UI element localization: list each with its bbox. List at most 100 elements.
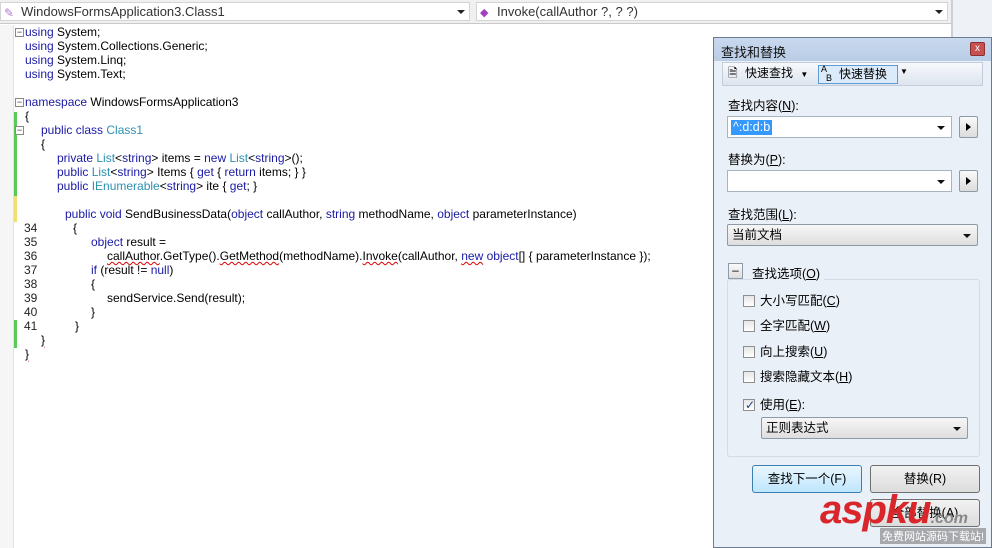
replace-builder-button[interactable] (959, 170, 978, 192)
code-token: new (204, 151, 230, 165)
chevron-down-icon[interactable] (937, 180, 945, 184)
chevron-down-icon[interactable]: ▼ (900, 67, 908, 76)
code-line[interactable]: private List<string> items = new List<st… (57, 151, 303, 165)
code-line[interactable]: } (75, 319, 79, 333)
code-line[interactable]: { (25, 109, 29, 123)
code-token: ) (169, 263, 174, 277)
code-token: ; } (246, 179, 258, 193)
option-checkbox[interactable]: 大小写匹配(C) (743, 293, 840, 309)
collapse-region-icon[interactable]: − (15, 98, 24, 107)
code-line[interactable]: if (result != null) (91, 263, 173, 277)
code-line[interactable]: using System.Linq; (25, 53, 126, 67)
code-token: [] { parameterInstance }); (518, 249, 651, 263)
find-what-input[interactable]: ^:d:d:b (727, 116, 952, 138)
code-token: get (197, 165, 214, 179)
code-line[interactable]: public class Class1 (41, 123, 143, 137)
checkbox-icon[interactable] (743, 346, 755, 358)
use-value: 正则表达式 (766, 421, 829, 435)
option-label: 搜索隐藏文本( (760, 370, 840, 384)
option-label: 大小写匹配( (760, 294, 827, 308)
code-token: object (483, 249, 519, 263)
code-token: { (91, 277, 96, 291)
option-checkbox[interactable]: 向上搜索(U) (743, 344, 827, 360)
member-combo[interactable]: ◆ Invoke(callAuthor ?, ? ?) (476, 2, 948, 21)
find-what-label: 查找内容(N): (728, 99, 799, 113)
checkbox-icon[interactable] (743, 320, 755, 332)
option-paren: ) (825, 319, 831, 333)
code-token: sendService.Send(result); (107, 291, 246, 305)
code-line[interactable]: object result = (91, 235, 166, 249)
quick-replace-button[interactable]: A B 快速替换 (818, 65, 898, 84)
code-line[interactable]: { (41, 137, 45, 151)
look-in-label: 查找范围(L): (728, 208, 797, 222)
code-line[interactable]: public List<string> Items { get { return… (57, 165, 306, 179)
code-line[interactable]: sendService.Send(result); (107, 291, 245, 305)
code-line[interactable]: } (41, 333, 45, 347)
chevron-down-icon (935, 10, 943, 14)
code-token: using (25, 53, 54, 67)
find-options-label: 查找选项(O) (752, 263, 825, 282)
line-number: 38 (24, 277, 38, 291)
chevron-down-icon[interactable] (937, 126, 945, 130)
editor-gutter (0, 25, 14, 548)
code-token: object (231, 207, 264, 221)
checkbox-icon[interactable] (743, 295, 755, 307)
code-line[interactable]: } (91, 305, 95, 319)
close-icon[interactable]: x (970, 42, 985, 56)
collapse-region-icon[interactable]: − (15, 28, 24, 37)
replace-icon: A B (821, 64, 833, 83)
class-icon: ✎ (4, 6, 15, 20)
line-number: 37 (24, 263, 38, 277)
code-line[interactable]: namespace WindowsFormsApplication3 (25, 95, 238, 109)
code-token: .GetType(). (159, 249, 220, 263)
code-token: IEnumerable (91, 179, 160, 193)
option-key: U (814, 345, 824, 359)
code-token: return (224, 165, 256, 179)
code-token: (callAuthor, (397, 249, 462, 263)
expression-builder-button[interactable] (959, 116, 978, 138)
code-line[interactable]: using System; (25, 25, 100, 39)
code-token: SendBusinessData( (121, 207, 232, 221)
option-paren: ) (835, 294, 840, 308)
code-token: public (57, 165, 92, 179)
find-what-value: ^:d:d:b (731, 120, 773, 135)
code-token: public void (65, 207, 122, 221)
quick-find-button[interactable]: 🗎 快速查找 ▼ (725, 65, 813, 84)
code-token: methodName, (355, 207, 438, 221)
code-token: > ite { (196, 179, 230, 193)
code-token: public (57, 179, 92, 193)
code-token: (methodName). (279, 249, 363, 263)
use-select[interactable]: 正则表达式 (761, 417, 968, 439)
chevron-down-icon (953, 427, 961, 431)
code-token: < (115, 151, 123, 165)
code-token: items; } } (255, 165, 306, 179)
code-token: result = (123, 235, 167, 249)
code-token: System.Text; (53, 67, 126, 81)
checkbox-icon[interactable] (743, 371, 755, 383)
dialog-title: 查找和替换 (714, 38, 991, 61)
replace-with-input[interactable] (727, 170, 952, 192)
code-line[interactable]: using System.Text; (25, 67, 126, 81)
option-checkbox[interactable]: 搜索隐藏文本(H) (743, 369, 852, 385)
collapse-icon[interactable]: – (728, 263, 743, 279)
option-checkbox[interactable]: 使用(E): (743, 397, 805, 413)
watermark-tagline: 免费网站源码下载站! (880, 528, 987, 544)
look-in-select[interactable]: 当前文档 (727, 224, 978, 246)
quick-find-label: 快速查找 (745, 66, 794, 80)
code-token: > items = (151, 151, 205, 165)
code-token: { (41, 137, 46, 151)
option-checkbox[interactable]: 全字匹配(W) (743, 318, 830, 334)
look-in-value: 当前文档 (732, 228, 783, 242)
code-line[interactable]: public void SendBusinessData(object call… (65, 207, 577, 221)
code-token: GetMethod (219, 249, 280, 263)
code-line[interactable]: callAuthor.GetType().GetMethod(methodNam… (107, 249, 651, 263)
class-combo[interactable]: ✎ WindowsFormsApplication3.Class1 (0, 2, 470, 21)
checkbox-icon[interactable] (743, 397, 755, 413)
code-line[interactable]: } (25, 347, 29, 361)
code-token: { (25, 109, 30, 123)
code-line[interactable]: { (73, 221, 77, 235)
code-line[interactable]: using System.Collections.Generic; (25, 39, 208, 53)
collapse-region-icon[interactable]: − (15, 126, 24, 135)
code-line[interactable]: public IEnumerable<string> ite { get; } (57, 179, 257, 193)
code-line[interactable]: { (91, 277, 95, 291)
